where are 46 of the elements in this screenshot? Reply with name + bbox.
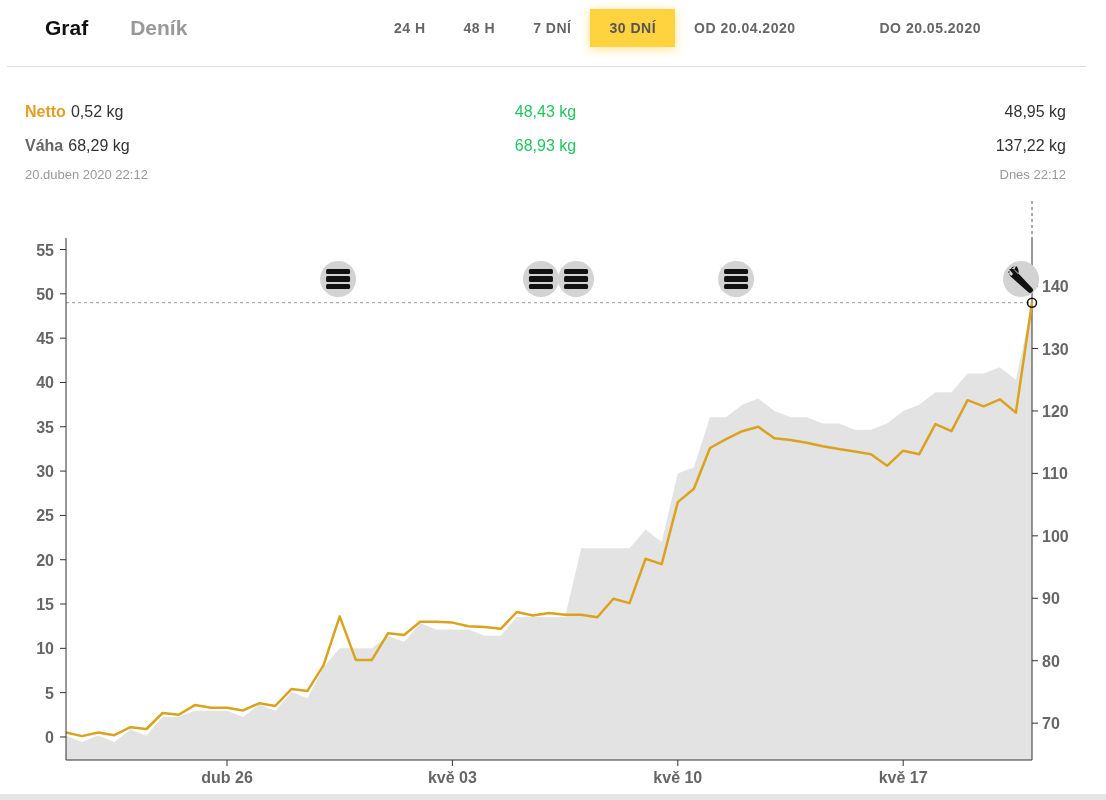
stack-icon[interactable] [558,261,595,297]
stat-value: 68,29 kg [68,137,130,154]
axis-label: 5 [45,684,54,702]
stack-icon[interactable] [718,261,755,297]
stack-icon[interactable] [522,261,559,297]
wrench-icon[interactable] [1003,261,1040,297]
stack-icon[interactable] [320,261,357,297]
range-button[interactable]: 24 H [375,9,445,47]
axis-label: 45 [36,330,54,348]
axis-label: dub 26 [201,769,253,786]
date-to-button[interactable]: DO 20.05.2020 [860,9,981,47]
axis-label: kvě 17 [878,769,928,786]
axis-label: 0 [45,728,54,746]
axis-label: 30 [36,463,54,481]
stat-label: Váha [25,137,64,154]
axis-label: 10 [36,640,54,658]
axis-label: 55 [36,241,54,259]
view-tab[interactable]: Graf [45,16,89,40]
axis-label: 70 [1042,715,1060,733]
date-from-button[interactable]: OD 20.04.2020 [675,9,796,47]
stat-label: Netto [25,103,66,120]
end-time: Dnes 22:12 [999,166,1066,182]
axis-label: 50 [36,285,54,303]
axis-label: 140 [1042,278,1069,296]
axis-label: kvě 03 [427,769,477,786]
axis-label: 20 [36,551,54,569]
stat-change: 68,93 kg [514,137,577,154]
stat-value: 48,95 kg [1004,103,1066,120]
range-button[interactable]: 7 DNÍ [514,9,591,47]
axis-label: 110 [1042,465,1068,483]
axis-label: 40 [36,374,54,392]
range-button[interactable]: 48 H [444,9,515,47]
axis-label: 100 [1042,527,1069,545]
axis-label: 80 [1042,652,1060,670]
axis-label: kvě 10 [653,769,703,786]
axis-label: 25 [36,507,54,525]
axis-label: 130 [1042,340,1069,358]
axis-label: 120 [1042,402,1069,420]
stat-change: 48,43 kg [514,103,577,120]
axis-label: 15 [36,596,54,613]
axis-label: 90 [1042,590,1060,608]
axis-label: 35 [36,418,54,436]
stat-value: 0,52 kg [70,103,124,120]
start-time: 20.duben 2020 22:12 [25,166,148,182]
stat-value: 137,22 kg [995,137,1066,154]
range-button[interactable]: 30 DNÍ [590,9,676,47]
